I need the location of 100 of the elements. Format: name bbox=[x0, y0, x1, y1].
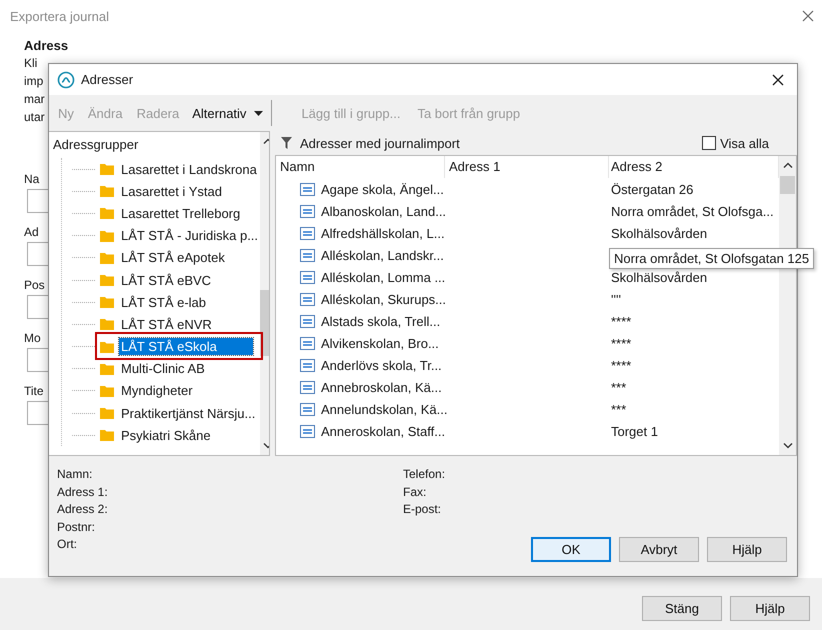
table-cell: Annelundskolan, Kä... bbox=[321, 402, 448, 416]
tree-item[interactable]: Multi-Clinic AB bbox=[119, 360, 207, 378]
folder-icon bbox=[100, 274, 114, 286]
tree-item[interactable]: LÅT STÅ - Juridiska p... bbox=[119, 227, 260, 244]
folder-icon bbox=[100, 429, 114, 442]
tree-item[interactable]: Psykiatri Skåne bbox=[119, 426, 213, 444]
column-header[interactable]: Adress 1 bbox=[445, 156, 609, 178]
tree-item[interactable]: LÅT STÅ eSkola bbox=[119, 338, 253, 356]
section-heading: Adress bbox=[24, 38, 70, 54]
folder-icon bbox=[100, 207, 114, 220]
tree-item[interactable]: Lasarettet i Landskrona bbox=[119, 160, 259, 178]
folder-icon bbox=[100, 362, 114, 375]
tree-item[interactable]: Lasarettet Trelleborg bbox=[119, 204, 242, 222]
address-card-icon bbox=[300, 402, 315, 416]
address-card-icon bbox=[300, 358, 315, 372]
detail-label: Fax: bbox=[403, 484, 428, 500]
detail-label: Adress 1: bbox=[57, 484, 109, 500]
caret-icon bbox=[254, 110, 264, 116]
address-card-icon bbox=[300, 314, 315, 328]
table-cell: **** bbox=[611, 314, 632, 328]
description-text: utar bbox=[24, 109, 45, 126]
scroll-down-icon bbox=[782, 443, 792, 449]
address-card-icon bbox=[300, 226, 315, 240]
table-cell: '''' bbox=[611, 292, 621, 306]
folder-icon bbox=[100, 296, 114, 308]
table-cell: Alfredshällskolan, L... bbox=[321, 226, 445, 240]
table-cell: Norra området, St Olofsga... bbox=[611, 204, 774, 218]
detail-label: Telefon: bbox=[403, 466, 446, 483]
scrollbar-thumb[interactable] bbox=[780, 176, 795, 194]
folder-icon bbox=[100, 163, 114, 176]
table-cell: Skolhälsovården bbox=[611, 270, 708, 284]
table-cell: Albanoskolan, Land... bbox=[321, 204, 446, 218]
table-cell: Alléskolan, Landskr... bbox=[321, 248, 444, 262]
tree-item[interactable]: Lasarettet i Ystad bbox=[119, 182, 224, 200]
folder-icon bbox=[100, 185, 114, 198]
tree-item[interactable]: Myndigheter bbox=[119, 382, 195, 400]
window-title: Exportera journal bbox=[10, 8, 109, 24]
table-cell: Agape skola, Ängel... bbox=[321, 182, 444, 196]
detail-label: Ort: bbox=[57, 536, 78, 553]
table-cell: Annebroskolan, Kä... bbox=[321, 380, 442, 394]
address-card-icon bbox=[300, 248, 315, 262]
detail-label: Adress 2: bbox=[57, 501, 109, 518]
tree-item[interactable]: LÅT STÅ e-lab bbox=[119, 294, 208, 311]
table-cell: Alvikenskolan, Bro... bbox=[321, 336, 439, 350]
tree-item[interactable]: LÅT STÅ eNVR bbox=[119, 316, 214, 333]
panel-heading: Adressgrupper bbox=[53, 137, 140, 154]
address-card-icon bbox=[300, 204, 315, 218]
app-logo-icon bbox=[57, 70, 75, 88]
folder-icon bbox=[100, 340, 114, 353]
folder-icon bbox=[100, 384, 114, 397]
column-header[interactable]: Namn bbox=[276, 156, 445, 178]
field-label: Tite bbox=[24, 384, 44, 399]
dialog-button[interactable]: Avbryt bbox=[619, 537, 699, 562]
field-label: Pos bbox=[24, 278, 45, 293]
table-cell: Alstads skola, Trell... bbox=[321, 314, 440, 328]
scroll-up-icon bbox=[782, 162, 792, 168]
folder-icon bbox=[100, 318, 114, 330]
detail-label: E-post: bbox=[403, 501, 442, 518]
dialog-button[interactable]: Hjälp bbox=[730, 596, 810, 620]
address-card-icon bbox=[300, 424, 315, 438]
address-card-icon bbox=[300, 270, 315, 284]
close-icon[interactable] bbox=[772, 74, 784, 86]
detail-label: Namn: bbox=[57, 466, 94, 483]
tooltip: Norra området, St Olofsgatan 125 bbox=[609, 248, 814, 269]
table-cell: **** bbox=[611, 358, 632, 372]
address-card-icon bbox=[300, 380, 315, 394]
description-text: mar bbox=[24, 91, 45, 108]
address-card-icon bbox=[300, 182, 315, 196]
table-cell: Torget 1 bbox=[611, 424, 658, 438]
dialog-button[interactable]: Hjälp bbox=[707, 537, 787, 562]
dropdown-button[interactable]: Alternativ bbox=[192, 106, 264, 120]
filter-icon bbox=[281, 137, 292, 149]
address-card-icon bbox=[300, 292, 315, 306]
table-cell: *** bbox=[611, 402, 626, 416]
checkbox[interactable]: Visa alla bbox=[702, 136, 769, 150]
dialog-button[interactable]: OK bbox=[531, 537, 611, 562]
folder-icon bbox=[100, 230, 114, 242]
field-label: Na bbox=[24, 172, 40, 187]
table-cell: *** bbox=[611, 380, 626, 394]
field-label: Mo bbox=[24, 331, 41, 346]
filter-label: Adresser med journalimport bbox=[300, 136, 461, 150]
dialog-title: Adresser bbox=[81, 72, 134, 87]
table-cell: Anneroskolan, Staff... bbox=[321, 424, 446, 438]
table-cell: Alléskolan, Lomma ... bbox=[321, 270, 446, 284]
address-card-icon bbox=[300, 336, 315, 350]
folder-icon bbox=[100, 252, 114, 264]
tree-item[interactable]: LÅT STÅ eApotek bbox=[119, 249, 227, 266]
table-cell: Alléskolan, Skurups... bbox=[321, 292, 446, 306]
dialog-button[interactable]: Stäng bbox=[642, 596, 722, 620]
tree-item[interactable]: LÅT STÅ eBVC bbox=[119, 272, 214, 289]
description-text: imp bbox=[24, 73, 44, 90]
tree-item[interactable]: Praktikertjänst Närsju... bbox=[119, 404, 258, 422]
folder-icon bbox=[100, 407, 114, 420]
table-cell: Skolhälsovården bbox=[611, 226, 708, 240]
table-cell: **** bbox=[611, 336, 632, 350]
table-cell: Östergatan 26 bbox=[611, 182, 694, 196]
field-label: Ad bbox=[24, 225, 39, 240]
detail-label: Postnr: bbox=[57, 518, 96, 536]
table-cell: Anderlövs skola, Tr... bbox=[321, 358, 442, 372]
description-text: Kli bbox=[24, 55, 38, 72]
